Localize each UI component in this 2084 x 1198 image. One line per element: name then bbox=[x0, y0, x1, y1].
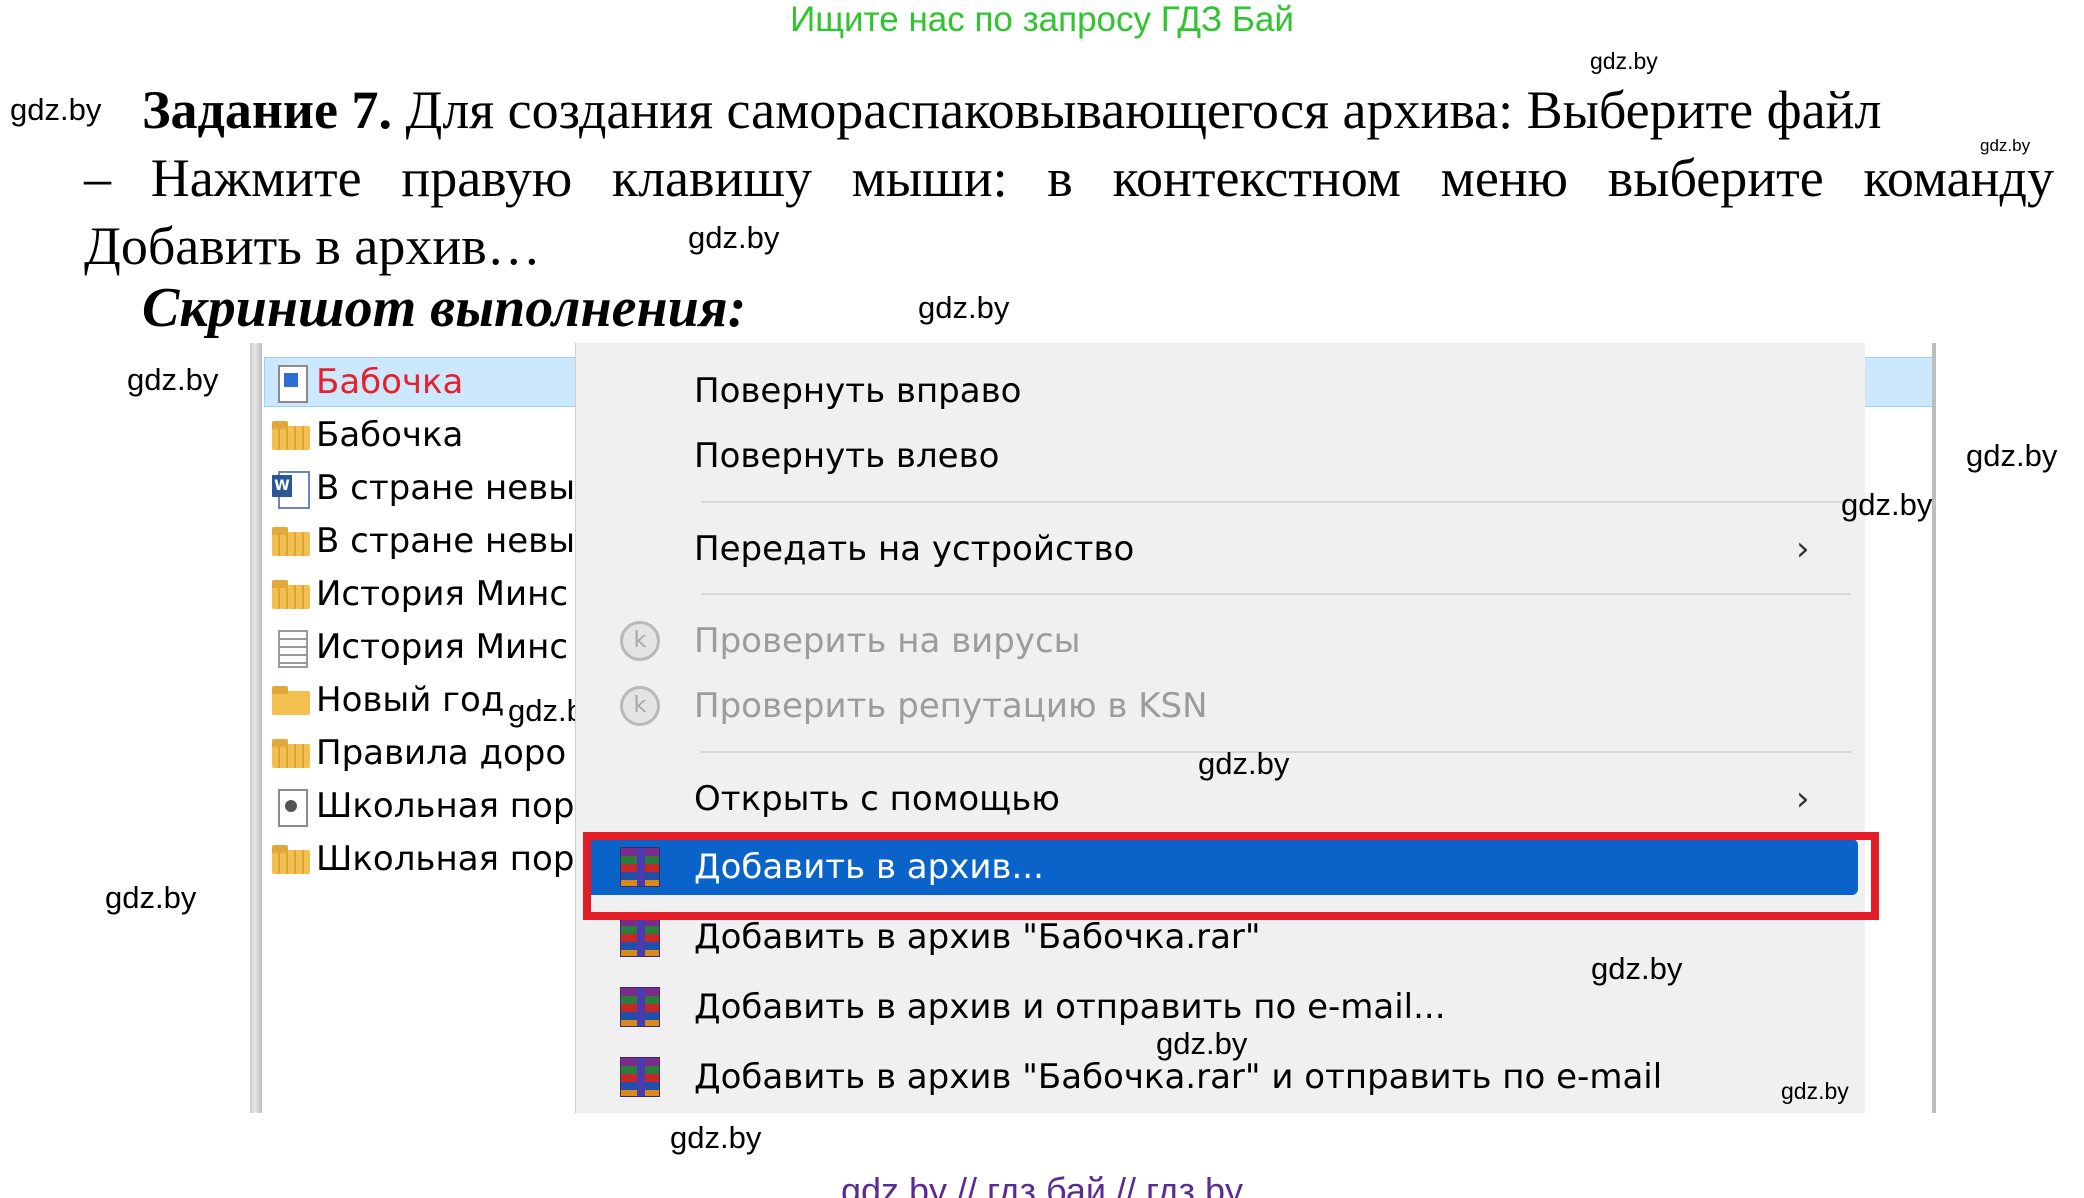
watermark: gdz.by bbox=[1198, 746, 1290, 781]
watermark: gdz.by bbox=[918, 290, 1010, 325]
file-name: Школьная пор bbox=[316, 839, 575, 879]
menu-separator bbox=[701, 593, 1851, 595]
winrar-icon bbox=[620, 917, 660, 957]
watermark: gdz.by bbox=[1966, 438, 2058, 473]
task-text-line1: Для создания самораспаковывающегося архи… bbox=[405, 80, 1882, 140]
explorer-border bbox=[1932, 343, 1936, 1113]
menu-separator bbox=[701, 501, 1851, 503]
menu-item-label: Добавить в архив "Бабочка.rar" bbox=[694, 917, 1261, 957]
task-text-line3: Добавить в архив… bbox=[84, 216, 541, 276]
watermark: gdz.by bbox=[1590, 48, 1658, 74]
winrar-icon bbox=[620, 1057, 660, 1097]
explorer-border bbox=[250, 343, 262, 1113]
watermark: gdz.by bbox=[1156, 1026, 1248, 1061]
menu-item-rotate-right[interactable]: Повернуть вправо bbox=[576, 361, 1866, 421]
file-name: В стране невы bbox=[316, 521, 576, 561]
menu-item-label: Открыть с помощью bbox=[694, 779, 1060, 819]
file-name: Школьная пор bbox=[316, 786, 575, 826]
zip-folder-icon bbox=[270, 842, 310, 876]
file-name: Бабочка bbox=[316, 362, 464, 402]
menu-item-label: Проверить на вирусы bbox=[694, 621, 1081, 661]
file-name: История Минс bbox=[316, 574, 569, 614]
watermark: gdz.by bbox=[1781, 1078, 1849, 1104]
screenshot-heading: Скриншот выполнения: bbox=[142, 277, 747, 339]
watermark: gdz.by bbox=[1841, 487, 1933, 522]
menu-item-label: Добавить в архив и отправить по e-mail..… bbox=[694, 987, 1446, 1027]
file-name: Бабочка bbox=[316, 415, 464, 455]
text-file-icon bbox=[270, 630, 310, 668]
footer: gdz by // гдз бай // гдз by bbox=[840, 1170, 1244, 1198]
context-menu: Повернуть вправо Повернуть влево Передат… bbox=[575, 343, 1932, 1113]
menu-item-label: Передать на устройство bbox=[694, 529, 1135, 569]
menu-item-label: Повернуть вправо bbox=[694, 371, 1022, 411]
chevron-right-icon: › bbox=[1796, 779, 1810, 819]
menu-item-label: Проверить репутацию в KSN bbox=[694, 686, 1208, 726]
folder-icon bbox=[270, 683, 310, 717]
zip-folder-icon bbox=[270, 577, 310, 611]
kaspersky-icon: k bbox=[620, 621, 660, 661]
zip-folder-icon bbox=[270, 524, 310, 558]
file-name: Новый год bbox=[316, 680, 505, 720]
file-name: История Минс bbox=[316, 627, 569, 667]
word-icon bbox=[270, 471, 310, 509]
top-banner: Ищите нас по запросу ГДЗ Бай bbox=[790, 0, 1294, 39]
watermark: gdz.by bbox=[105, 880, 197, 915]
menu-item-cast-to-device[interactable]: Передать на устройство › bbox=[576, 519, 1866, 579]
kaspersky-icon: k bbox=[620, 686, 660, 726]
file-name: В стране невы bbox=[316, 468, 576, 508]
watermark: gdz.by bbox=[670, 1120, 762, 1155]
winrar-icon bbox=[620, 987, 660, 1027]
menu-item-check-ksn[interactable]: k Проверить репутацию в KSN bbox=[576, 676, 1866, 736]
file-name: Правила доро bbox=[316, 733, 567, 773]
task-paragraph: Задание 7. Для создания самораспаковываю… bbox=[84, 76, 2054, 280]
task-text-line2: – Нажмите правую клавишу мыши: в контекс… bbox=[84, 148, 2054, 208]
document-icon bbox=[270, 365, 310, 403]
highlight-frame bbox=[583, 832, 1879, 920]
menu-item-label: Повернуть влево bbox=[694, 436, 1000, 476]
screenshot-area: Бабочка Бабочка В стране невы В стране н… bbox=[250, 343, 1950, 1113]
menu-item-label: Добавить в архив "Бабочка.rar" и отправи… bbox=[694, 1057, 1663, 1097]
zip-folder-icon bbox=[270, 418, 310, 452]
task-number: Задание 7. bbox=[142, 80, 393, 140]
watermark: gdz.by bbox=[127, 362, 219, 397]
zip-folder-icon bbox=[270, 736, 310, 770]
watermark: gdz.by bbox=[1591, 951, 1683, 986]
menu-item-rotate-left[interactable]: Повернуть влево bbox=[576, 426, 1866, 486]
media-file-icon bbox=[270, 789, 310, 827]
chevron-right-icon: › bbox=[1796, 529, 1810, 569]
menu-item-scan-viruses[interactable]: k Проверить на вирусы bbox=[576, 611, 1866, 671]
